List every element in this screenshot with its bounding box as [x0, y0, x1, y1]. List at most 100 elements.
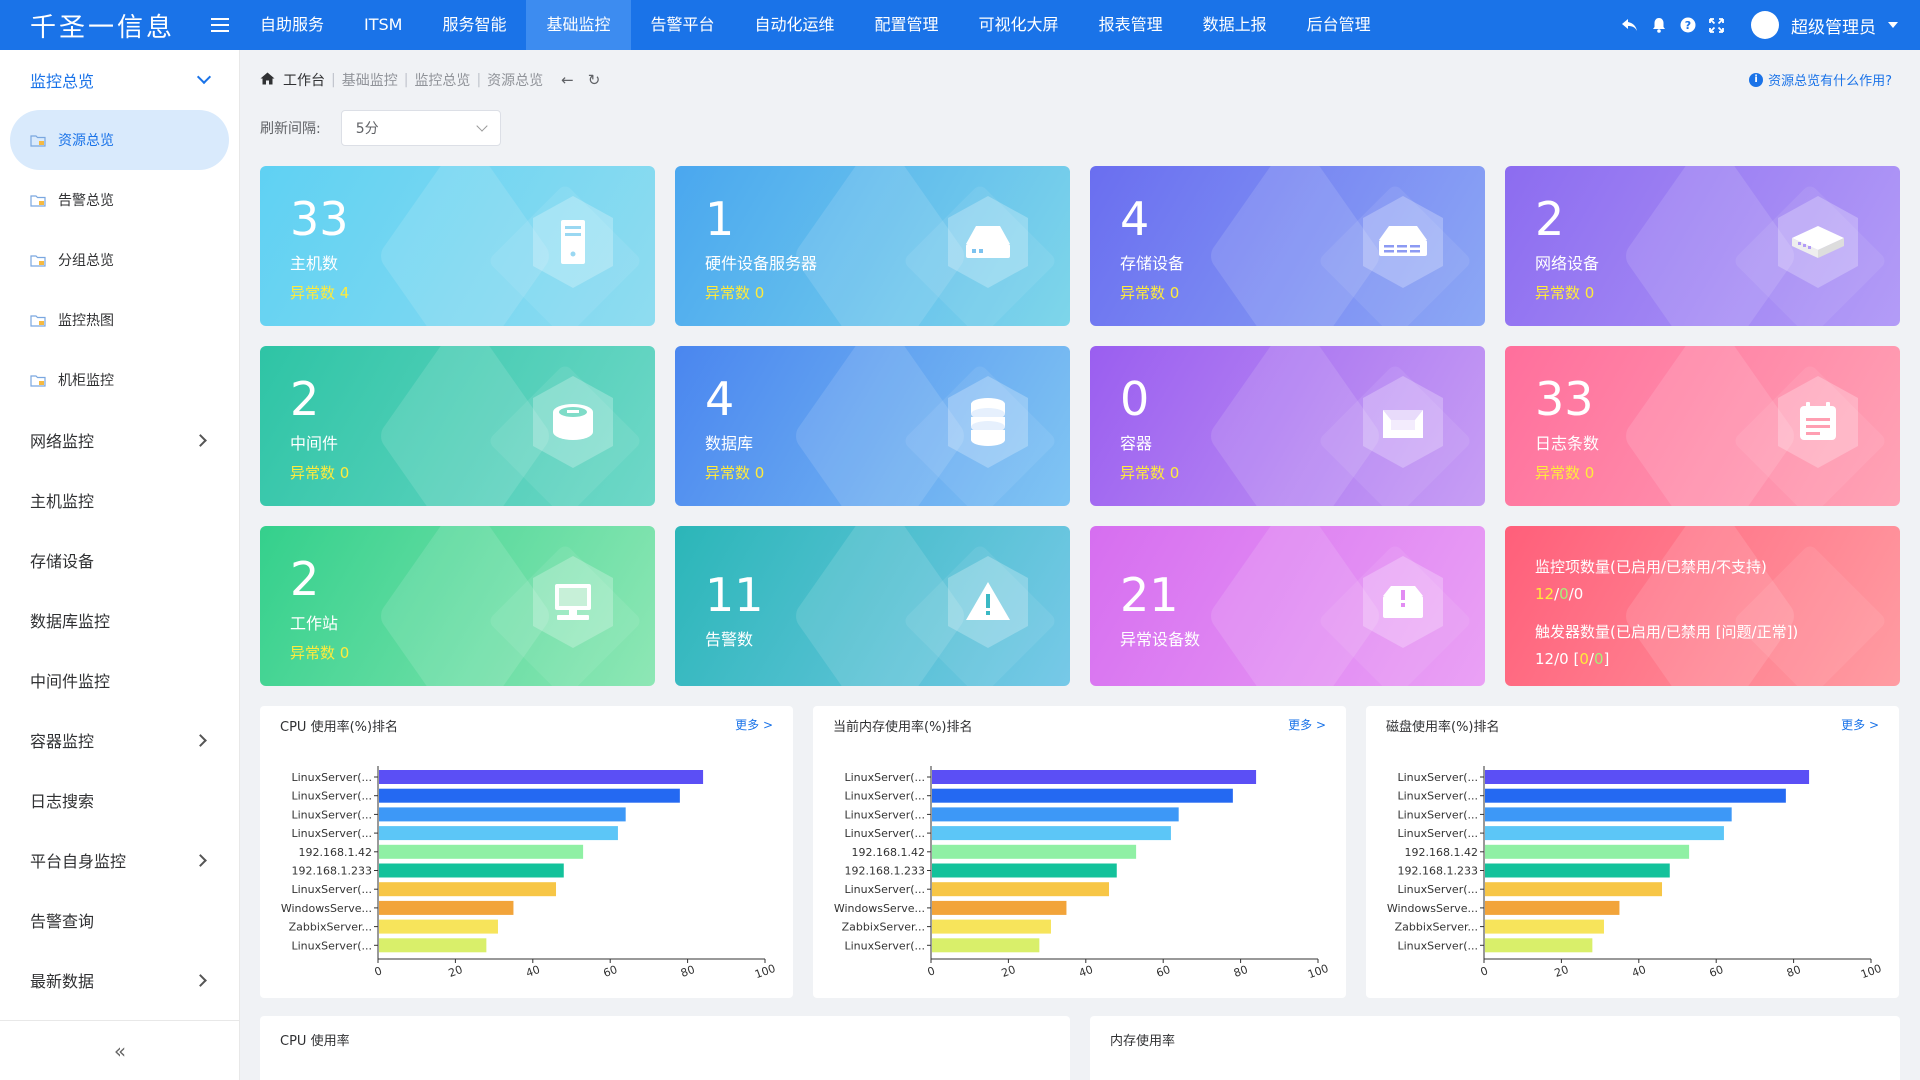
nav-item-data-report[interactable]: 数据上报	[1183, 0, 1287, 50]
bar[interactable]	[932, 938, 1040, 953]
card-middleware[interactable]: 2 中间件 异常数 0	[260, 346, 655, 506]
card-network-devices[interactable]: 2 网络设备 异常数 0	[1505, 166, 1900, 326]
sidebar-item-latest-data[interactable]: 最新数据	[0, 950, 239, 1010]
nav-item-report-management[interactable]: 报表管理	[1079, 0, 1183, 50]
bar[interactable]	[1485, 807, 1732, 822]
bar[interactable]	[379, 863, 564, 878]
user-dropdown-icon[interactable]	[1888, 22, 1898, 28]
sidebar-item-middleware[interactable]: 中间件监控	[0, 650, 239, 710]
reply-icon[interactable]	[1621, 17, 1638, 34]
breadcrumb-workbench[interactable]: 工作台	[283, 70, 325, 90]
more-link[interactable]: 更多 >	[1841, 716, 1879, 733]
more-link[interactable]: 更多 >	[1288, 716, 1326, 733]
help-link[interactable]: i 资源总览有什么作用?	[1749, 70, 1892, 89]
x-tick-label: 80	[679, 963, 697, 980]
avatar[interactable]	[1751, 11, 1779, 39]
bar[interactable]	[1485, 788, 1786, 803]
sidebar-item-group-overview[interactable]: 分组总览	[10, 230, 229, 290]
home-icon[interactable]	[260, 72, 275, 89]
nav-item-service-intelligence[interactable]: 服务智能	[422, 0, 526, 50]
bar[interactable]	[1485, 938, 1593, 953]
bar[interactable]	[1485, 770, 1810, 784]
bar[interactable]	[1485, 900, 1620, 915]
bar[interactable]	[379, 844, 584, 859]
nav-item-alert-platform[interactable]: 告警平台	[631, 0, 735, 50]
menu-toggle-icon[interactable]	[200, 0, 240, 50]
bar[interactable]	[379, 788, 680, 803]
ranking-panels: CPU 使用率(%)排名 更多 > LinuxServer(... LinuxSe…	[260, 706, 1900, 998]
category-label: WindowsServe...	[1387, 902, 1478, 915]
sidebar-collapse-button[interactable]: «	[0, 1020, 240, 1080]
sidebar-item-storage[interactable]: 存储设备	[0, 530, 239, 590]
fullscreen-icon[interactable]	[1708, 17, 1725, 34]
bar[interactable]	[1485, 863, 1670, 878]
sidebar-item-database[interactable]: 数据库监控	[0, 590, 239, 650]
card-workstations[interactable]: 2 工作站 异常数 0	[260, 526, 655, 686]
bar[interactable]	[932, 863, 1117, 878]
bar[interactable]	[932, 882, 1110, 897]
bar[interactable]	[379, 826, 618, 841]
sidebar-item-network[interactable]: 网络监控	[0, 410, 239, 470]
bell-icon[interactable]	[1650, 17, 1667, 34]
sidebar-item-log-search[interactable]: 日志搜索	[0, 770, 239, 830]
card-databases[interactable]: 4 数据库 异常数 0	[675, 346, 1070, 506]
bar[interactable]	[932, 826, 1171, 841]
storage-icon	[1361, 194, 1445, 290]
card-hardware-servers[interactable]: 1 硬件设备服务器 异常数 0	[675, 166, 1070, 326]
nav-item-basic-monitoring[interactable]: 基础监控	[526, 0, 631, 50]
breadcrumb-basic-monitoring[interactable]: 基础监控	[342, 70, 398, 90]
username[interactable]: 超级管理员	[1791, 13, 1876, 38]
nav-item-admin[interactable]: 后台管理	[1287, 0, 1391, 50]
card-alerts[interactable]: 11 告警数	[675, 526, 1070, 686]
bar[interactable]	[932, 770, 1257, 784]
nav-item-config-management[interactable]: 配置管理	[855, 0, 959, 50]
bar[interactable]	[379, 900, 514, 915]
app-logo[interactable]: 千圣一信息	[0, 7, 200, 44]
card-log-entries[interactable]: 33 日志条数 异常数 0	[1505, 346, 1900, 506]
nav-item-automation[interactable]: 自动化运维	[735, 0, 855, 50]
bar[interactable]	[932, 807, 1179, 822]
category-label: 192.168.1.233	[1398, 865, 1478, 878]
card-hosts[interactable]: 33 主机数 异常数 4	[260, 166, 655, 326]
sidebar-item-heatmap[interactable]: 监控热图	[10, 290, 229, 350]
sidebar-group-monitor-overview[interactable]: 监控总览	[0, 50, 239, 110]
breadcrumb-resource-overview[interactable]: 资源总览	[487, 70, 543, 90]
category-label: LinuxServer(...	[845, 827, 926, 840]
bar[interactable]	[379, 919, 498, 934]
bar[interactable]	[1485, 919, 1604, 934]
help-circle-icon[interactable]: ?	[1679, 17, 1696, 34]
bar[interactable]	[1485, 826, 1724, 841]
bar[interactable]	[932, 900, 1067, 915]
sidebar-item-cabinet[interactable]: 机柜监控	[10, 350, 229, 410]
bar[interactable]	[932, 844, 1137, 859]
refresh-interval-label: 刷新间隔:	[260, 121, 321, 137]
bar[interactable]	[379, 770, 704, 784]
nav-item-self-service[interactable]: 自助服务	[240, 0, 344, 50]
more-link[interactable]: 更多 >	[735, 716, 773, 733]
card-abnormal-devices[interactable]: 21 异常设备数	[1090, 526, 1485, 686]
sidebar-item-label: 资源总览	[58, 133, 114, 149]
sidebar-item-platform-self[interactable]: 平台自身监控	[0, 830, 239, 890]
middleware-icon	[531, 374, 615, 470]
bar[interactable]	[932, 788, 1233, 803]
card-containers[interactable]: 0 容器 异常数 0	[1090, 346, 1485, 506]
nav-item-itsm[interactable]: ITSM	[344, 0, 422, 50]
back-arrow-icon[interactable]: ←	[561, 71, 574, 89]
sidebar-item-host[interactable]: 主机监控	[0, 470, 239, 530]
refresh-icon[interactable]: ↻	[588, 71, 601, 89]
card-storage-devices[interactable]: 4 存储设备 异常数 0	[1090, 166, 1485, 326]
refresh-interval-select[interactable]: 5分	[340, 110, 501, 146]
bar[interactable]	[379, 882, 557, 897]
sidebar-item-container[interactable]: 容器监控	[0, 710, 239, 770]
bar[interactable]	[379, 938, 487, 953]
bar[interactable]	[1485, 882, 1663, 897]
sidebar-item-resource-overview[interactable]: 资源总览	[10, 110, 229, 170]
chevron-right-icon	[194, 973, 207, 987]
bar[interactable]	[379, 807, 626, 822]
bar[interactable]	[932, 919, 1051, 934]
bar[interactable]	[1485, 844, 1690, 859]
sidebar-item-alert-overview[interactable]: 告警总览	[10, 170, 229, 230]
nav-item-visual-screen[interactable]: 可视化大屏	[959, 0, 1079, 50]
breadcrumb-monitor-overview[interactable]: 监控总览	[414, 70, 470, 90]
sidebar-item-alert-query[interactable]: 告警查询	[0, 890, 239, 950]
